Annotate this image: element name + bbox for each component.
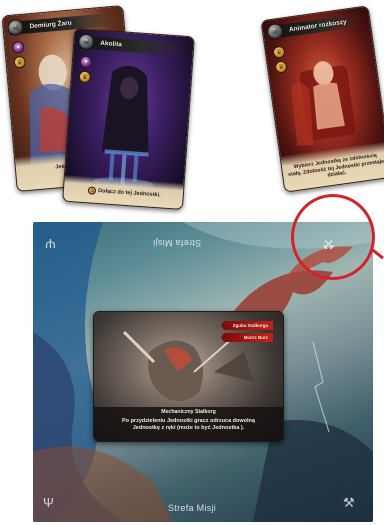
zone-label-top: Strefa Misji: [153, 238, 201, 248]
trident-icon: Ψ: [45, 236, 56, 251]
zone-label-text: Strefa Misji: [153, 238, 202, 248]
mission-tag-2: Mistrz Burz: [221, 333, 273, 342]
mission-card-text: Po przydzieleniu Jednostki gracz odrzuca…: [100, 418, 277, 432]
zone-label-text: Strefa Misji: [168, 503, 217, 513]
flame-icon: ♨: [87, 186, 97, 195]
zone-label-bottom: Strefa Misji: [168, 503, 216, 513]
mission-text-line: Jednostkę z ręki (może to być Jednostka …: [132, 424, 245, 431]
tag-text: Mistrz Burz: [243, 335, 268, 340]
tag-text: Zguba Stalkorga: [232, 323, 268, 328]
mission-card-name: Mechaniczny Stalkorg: [94, 409, 283, 416]
card-akolita[interactable]: Akolita ☠ ✶ ♛ ♨ Dołącz do tej Jednostki.: [62, 27, 195, 211]
card-animator-rozkoszy[interactable]: Animator rozkoszy ☠ ♛ ♛ Wybierz Jednostk…: [260, 5, 384, 193]
mission-tag-1: Zguba Stalkorga: [221, 321, 273, 330]
highlight-pointer: [371, 248, 384, 260]
trident-icon: Ψ: [43, 495, 54, 510]
mission-card-stalkorg[interactable]: Zguba Stalkorga Mistrz Burz Mechaniczny …: [93, 311, 284, 442]
trident-icon: ⚒: [343, 495, 355, 510]
highlight-circle: [291, 194, 375, 280]
mission-name-text: Mechaniczny Stalkorg: [161, 409, 216, 415]
mission-text-line: Po przydzieleniu Jednostki gracz odrzuca…: [122, 418, 255, 424]
